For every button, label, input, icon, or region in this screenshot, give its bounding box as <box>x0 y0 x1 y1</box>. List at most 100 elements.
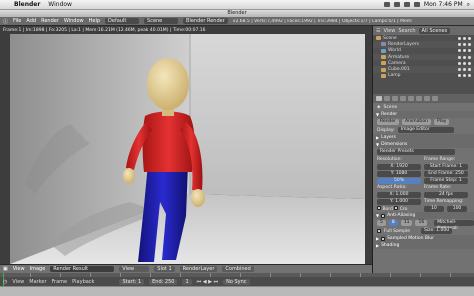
search-icon[interactable]: ⌕ <box>467 1 470 9</box>
slot-select[interactable]: Slot 1 <box>154 266 175 272</box>
collapsed-triangle-icon[interactable]: ▶ <box>376 236 379 241</box>
time-remap-old[interactable]: 10 <box>424 205 444 212</box>
volume-icon[interactable] <box>403 2 410 7</box>
camera-icon[interactable] <box>468 74 471 78</box>
menu-view[interactable]: View <box>13 266 25 272</box>
render-presets-select[interactable]: Render Presets <box>377 149 455 155</box>
image-select[interactable]: Render Result <box>50 266 115 272</box>
outliner[interactable]: ☰ View Search All Scenes Scene RenderLaye… <box>372 26 474 94</box>
cursor-icon[interactable] <box>463 61 466 65</box>
play-button[interactable]: Play <box>433 119 450 125</box>
outliner-menu-search[interactable]: Search <box>398 28 415 34</box>
camera-icon[interactable] <box>468 55 471 59</box>
current-frame-field[interactable]: 1 <box>182 278 192 285</box>
aa-11-button[interactable]: 11 <box>400 220 413 226</box>
resolution-x-field[interactable]: X: 1920 <box>377 163 421 170</box>
layers-panel-header[interactable]: ▶ Layers <box>373 134 474 141</box>
menu-window[interactable]: Window <box>64 18 84 24</box>
world-tab-icon[interactable] <box>400 96 406 101</box>
cursor-icon[interactable] <box>463 49 466 53</box>
expand-triangle-icon[interactable]: ▼ <box>376 213 379 218</box>
cursor-icon[interactable] <box>463 55 466 59</box>
expand-triangle-icon[interactable]: ▼ <box>376 142 379 147</box>
full-sample-checkbox[interactable] <box>377 229 381 233</box>
menu-add[interactable]: Add <box>26 18 36 24</box>
eye-icon[interactable] <box>458 36 461 40</box>
battery-icon[interactable] <box>413 2 420 7</box>
properties-editor[interactable]: ◈ Scene ▼ Render Render Animation Play D… <box>372 94 474 273</box>
menu-file[interactable]: File <box>13 18 21 24</box>
info-editor-icon[interactable]: ⓘ <box>3 18 8 25</box>
menu-render[interactable]: Render <box>41 18 59 24</box>
timeline-menu-view[interactable]: View <box>12 279 24 285</box>
anti-aliasing-checkbox[interactable] <box>381 213 386 218</box>
eye-icon[interactable] <box>458 68 461 72</box>
aa-size-field[interactable]: Size: 1.000 <box>421 228 453 234</box>
outliner-row[interactable]: Lamp <box>373 73 474 79</box>
eye-icon[interactable] <box>458 61 461 65</box>
shading-panel-header[interactable]: ▶ Shading <box>373 242 474 249</box>
time-remap-new[interactable]: 100 <box>447 205 467 212</box>
resolution-y-field[interactable]: Y: 1080 <box>377 170 421 177</box>
eye-icon[interactable] <box>458 49 461 53</box>
tray-icon[interactable] <box>383 2 390 7</box>
timeline-menu-playback[interactable]: Playback <box>72 279 94 285</box>
layers-tab-icon[interactable] <box>384 96 390 101</box>
menu-help[interactable]: Help <box>89 18 100 24</box>
animation-button[interactable]: Animation <box>402 119 431 125</box>
render-engine-select[interactable]: Blender Render <box>183 18 228 24</box>
frame-step-field[interactable]: Frame Step: 1 <box>424 177 468 184</box>
clock[interactable]: Mon 7:46 PM <box>424 1 463 8</box>
aa-5-button[interactable]: 5 <box>377 220 386 226</box>
wifi-icon[interactable] <box>393 2 400 7</box>
timeline[interactable]: ◷ View Marker Frame Playback Start: 1 En… <box>0 273 474 286</box>
cursor-icon[interactable] <box>463 74 466 78</box>
expand-triangle-icon[interactable]: ▼ <box>376 112 379 117</box>
outliner-menu-view[interactable]: View <box>383 28 395 34</box>
collapsed-triangle-icon[interactable]: ▶ <box>376 135 379 140</box>
collapsed-triangle-icon[interactable]: ▶ <box>376 243 379 248</box>
cursor-icon[interactable] <box>463 68 466 72</box>
end-frame-prop-field[interactable]: End Frame: 250 <box>424 170 468 177</box>
camera-icon[interactable] <box>468 36 471 40</box>
aa-filter-select[interactable]: Mitchell-Netravali <box>434 220 474 231</box>
camera-icon[interactable] <box>468 68 471 72</box>
anti-aliasing-panel-header[interactable]: ▼ Anti-Aliasing <box>373 212 474 219</box>
end-frame-field[interactable]: End: 250 <box>149 278 178 285</box>
eye-icon[interactable] <box>458 55 461 59</box>
timeline-editor-icon[interactable]: ◷ <box>3 279 7 285</box>
app-menu[interactable]: Blender <box>14 1 40 8</box>
render-panel-header[interactable]: ▼ Render <box>373 111 474 118</box>
timeline-menu-frame[interactable]: Frame <box>52 279 68 285</box>
eye-icon[interactable] <box>458 74 461 78</box>
scene-tab-icon[interactable] <box>392 96 398 101</box>
window-menu[interactable]: Window <box>48 1 72 8</box>
render-button[interactable]: Render <box>377 119 400 125</box>
fps-select[interactable]: 24 fps <box>424 191 468 198</box>
render-pass-select[interactable]: Combined <box>222 266 254 272</box>
view-select[interactable]: View <box>119 266 150 272</box>
play-controls[interactable]: ⏮ ◀ ▶ ⏭ <box>197 279 218 285</box>
menu-image[interactable]: Image <box>30 266 46 272</box>
aa-8-button[interactable]: 8 <box>388 220 398 226</box>
border-checkbox[interactable] <box>377 205 381 210</box>
start-frame-prop-field[interactable]: Start Frame: 1 <box>424 163 468 170</box>
timeline-menu-marker[interactable]: Marker <box>29 279 46 285</box>
start-frame-field[interactable]: Start: 1 <box>119 278 145 285</box>
constraints-tab-icon[interactable] <box>416 96 422 101</box>
cursor-icon[interactable] <box>463 36 466 40</box>
display-select[interactable]: Image Editor <box>397 127 454 133</box>
motion-blur-checkbox[interactable] <box>381 236 386 241</box>
motion-blur-panel-header[interactable]: ▶ Sampled Motion Blur <box>373 235 474 242</box>
scene-select[interactable]: Scene <box>144 18 179 24</box>
render-layer-select[interactable]: RenderLayer <box>179 266 218 272</box>
resolution-percent-field[interactable]: 50% <box>377 177 421 184</box>
camera-icon[interactable] <box>468 49 471 53</box>
outliner-display-select[interactable]: All Scenes <box>418 27 451 34</box>
sync-select[interactable]: No Sync <box>223 278 250 285</box>
camera-icon[interactable] <box>468 61 471 65</box>
crop-checkbox[interactable] <box>394 205 399 210</box>
screen-layout-select[interactable]: Default <box>105 18 140 24</box>
object-tab-icon[interactable] <box>408 96 414 101</box>
dimensions-panel-header[interactable]: ▼ Dimensions <box>373 141 474 148</box>
